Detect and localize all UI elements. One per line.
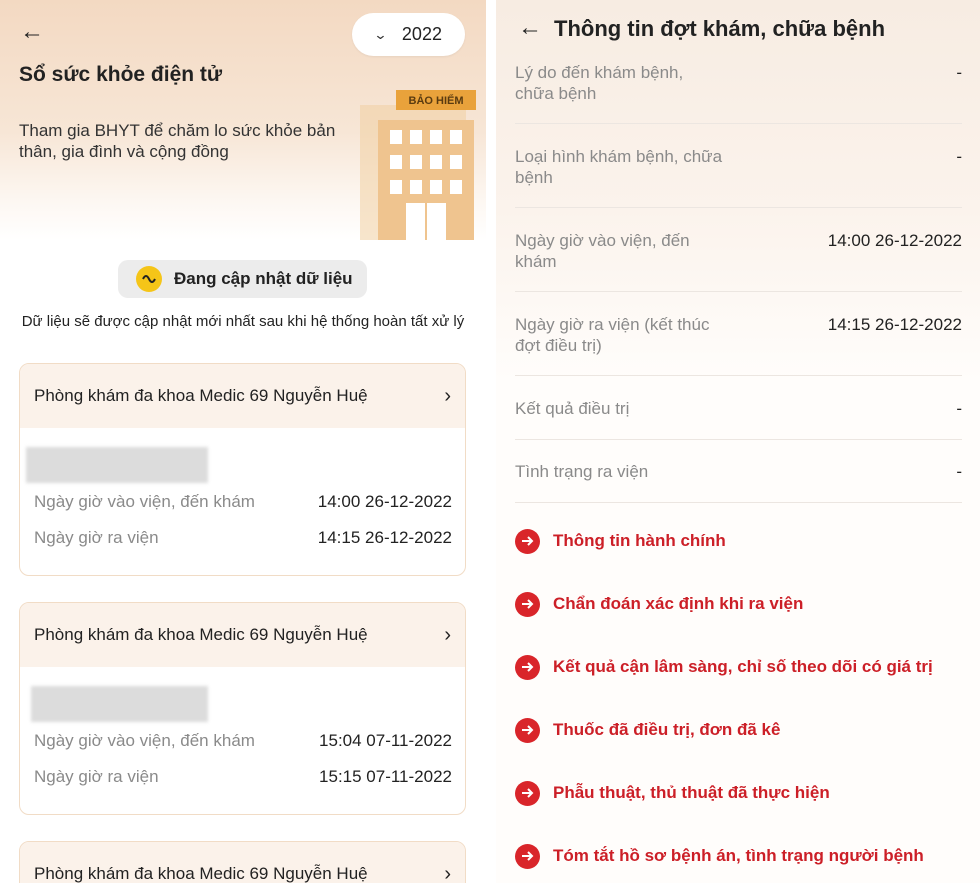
link-label: Tóm tắt hồ sơ bệnh án, tình trạng người …	[553, 846, 924, 865]
info-value: 14:00 26-12-2022	[827, 231, 962, 250]
redacted-patient-info	[26, 447, 208, 483]
chevron-down-icon: ⌄	[373, 26, 388, 42]
checkout-label: Ngày giờ ra viện	[34, 528, 159, 547]
checkout-value: 15:15 07-11-2022	[319, 767, 452, 786]
checkin-row: Ngày giờ vào viện, đến khám 14:00 26-12-…	[34, 492, 452, 512]
insurance-building-illustration: BẢO HIỂM	[360, 90, 476, 240]
info-label: Lý do đến khám bệnh, chữa bệnh	[515, 63, 684, 103]
info-value: -	[956, 147, 962, 166]
checkin-value: 15:04 07-11-2022	[319, 731, 452, 750]
arrow-right-circle-icon	[515, 528, 540, 554]
chevron-right-icon: ›	[444, 623, 451, 646]
link-discharge-diagnosis[interactable]: Chẩn đoán xác định khi ra viện	[515, 591, 803, 617]
year-selector[interactable]: ⌄ 2022	[352, 13, 465, 56]
update-status-pill: Đang cập nhật dữ liệu	[118, 260, 367, 298]
chevron-right-icon: ›	[444, 862, 451, 883]
clinic-name: Phòng khám đa khoa Medic 69 Nguyễn Huệ	[34, 386, 368, 405]
redacted-patient-info	[31, 686, 208, 722]
back-arrow-icon[interactable]: ←	[20, 20, 44, 44]
link-lab-results[interactable]: Kết quả cận lâm sàng, chỉ số theo dõi có…	[515, 654, 933, 680]
checkout-label: Ngày giờ ra viện	[34, 767, 159, 786]
screen-divider	[486, 0, 496, 883]
link-medications[interactable]: Thuốc đã điều trị, đơn đã kê	[515, 717, 780, 743]
checkout-value: 14:15 26-12-2022	[317, 528, 452, 547]
arrow-right-circle-icon	[515, 654, 540, 680]
info-row-discharge-status: Tình trạng ra viện -	[515, 461, 962, 503]
checkin-value: 14:00 26-12-2022	[317, 492, 452, 511]
building-sign: BẢO HIỂM	[409, 94, 464, 107]
link-label: Phẫu thuật, thủ thuật đã thực hiện	[553, 783, 830, 802]
info-label: Ngày giờ ra viện (kết thúc đợt điều trị)	[515, 315, 710, 355]
visit-card-header[interactable]: Phòng khám đa khoa Medic 69 Nguyễn Huệ ›	[20, 603, 465, 667]
arrow-right-circle-icon	[515, 780, 540, 806]
info-value: -	[956, 399, 962, 418]
checkin-label: Ngày giờ vào viện, đến khám	[34, 492, 255, 511]
page-subtitle: Tham gia BHYT để chăm lo sức khỏe bản th…	[19, 121, 336, 161]
page-title: Sổ sức khỏe điện tử	[19, 63, 223, 86]
link-medical-record-summary[interactable]: Tóm tắt hồ sơ bệnh án, tình trạng người …	[515, 843, 924, 869]
arrow-right-circle-icon	[515, 591, 540, 617]
chevron-right-icon: ›	[444, 384, 451, 407]
info-row-type: Loại hình khám bệnh, chữa bệnh -	[515, 146, 962, 208]
info-value: 14:15 26-12-2022	[827, 315, 962, 334]
info-value: -	[956, 63, 962, 82]
visit-card-header[interactable]: Phòng khám đa khoa Medic 69 Nguyễn Huệ ›	[20, 364, 465, 428]
checkout-row: Ngày giờ ra viện 15:15 07-11-2022	[34, 767, 452, 787]
back-arrow-icon[interactable]: ←	[518, 16, 542, 40]
clinic-name: Phòng khám đa khoa Medic 69 Nguyễn Huệ	[34, 625, 368, 644]
info-row-reason: Lý do đến khám bệnh, chữa bệnh -	[515, 62, 962, 124]
visit-detail-screen: ← Thông tin đợt khám, chữa bệnh Lý do đế…	[496, 0, 980, 883]
link-label: Chẩn đoán xác định khi ra viện	[553, 594, 804, 613]
checkin-label: Ngày giờ vào viện, đến khám	[34, 731, 255, 750]
update-status-label: Đang cập nhật dữ liệu	[174, 269, 353, 288]
checkout-row: Ngày giờ ra viện 14:15 26-12-2022	[34, 528, 452, 548]
info-value: -	[956, 462, 962, 481]
link-procedures[interactable]: Phẫu thuật, thủ thuật đã thực hiện	[515, 780, 830, 806]
link-administrative-info[interactable]: Thông tin hành chính	[515, 528, 726, 554]
info-label: Ngày giờ vào viện, đến khám	[515, 231, 690, 271]
info-row-checkout: Ngày giờ ra viện (kết thúc đợt điều trị)…	[515, 314, 962, 376]
info-label: Kết quả điều trị	[515, 399, 630, 418]
arrow-right-circle-icon	[515, 717, 540, 743]
link-label: Thuốc đã điều trị, đơn đã kê	[553, 720, 781, 739]
visit-card[interactable]: Phòng khám đa khoa Medic 69 Nguyễn Huệ ›…	[19, 602, 466, 815]
update-note: Dữ liệu sẽ được cập nhật mới nhất sau kh…	[21, 313, 465, 330]
info-row-result: Kết quả điều trị -	[515, 398, 962, 440]
info-label: Loại hình khám bệnh, chữa bệnh	[515, 147, 723, 187]
info-row-checkin: Ngày giờ vào viện, đến khám 14:00 26-12-…	[515, 230, 962, 292]
info-label: Tình trạng ra viện	[515, 462, 649, 481]
sync-wave-icon	[136, 266, 162, 292]
page-title: Thông tin đợt khám, chữa bệnh	[554, 16, 886, 41]
clinic-name: Phòng khám đa khoa Medic 69 Nguyễn Huệ	[34, 864, 368, 883]
health-book-screen: ← ⌄ 2022 Sổ sức khỏe điện tử Tham gia BH…	[0, 0, 486, 883]
visit-card[interactable]: Phòng khám đa khoa Medic 69 Nguyễn Huệ ›	[19, 841, 466, 883]
link-label: Thông tin hành chính	[553, 531, 726, 550]
link-label: Kết quả cận lâm sàng, chỉ số theo dõi có…	[553, 657, 933, 676]
arrow-right-circle-icon	[515, 843, 540, 869]
checkin-row: Ngày giờ vào viện, đến khám 15:04 07-11-…	[34, 731, 452, 751]
visit-card[interactable]: Phòng khám đa khoa Medic 69 Nguyễn Huệ ›…	[19, 363, 466, 576]
year-value: 2022	[401, 24, 442, 44]
visit-card-header[interactable]: Phòng khám đa khoa Medic 69 Nguyễn Huệ ›	[20, 842, 465, 883]
